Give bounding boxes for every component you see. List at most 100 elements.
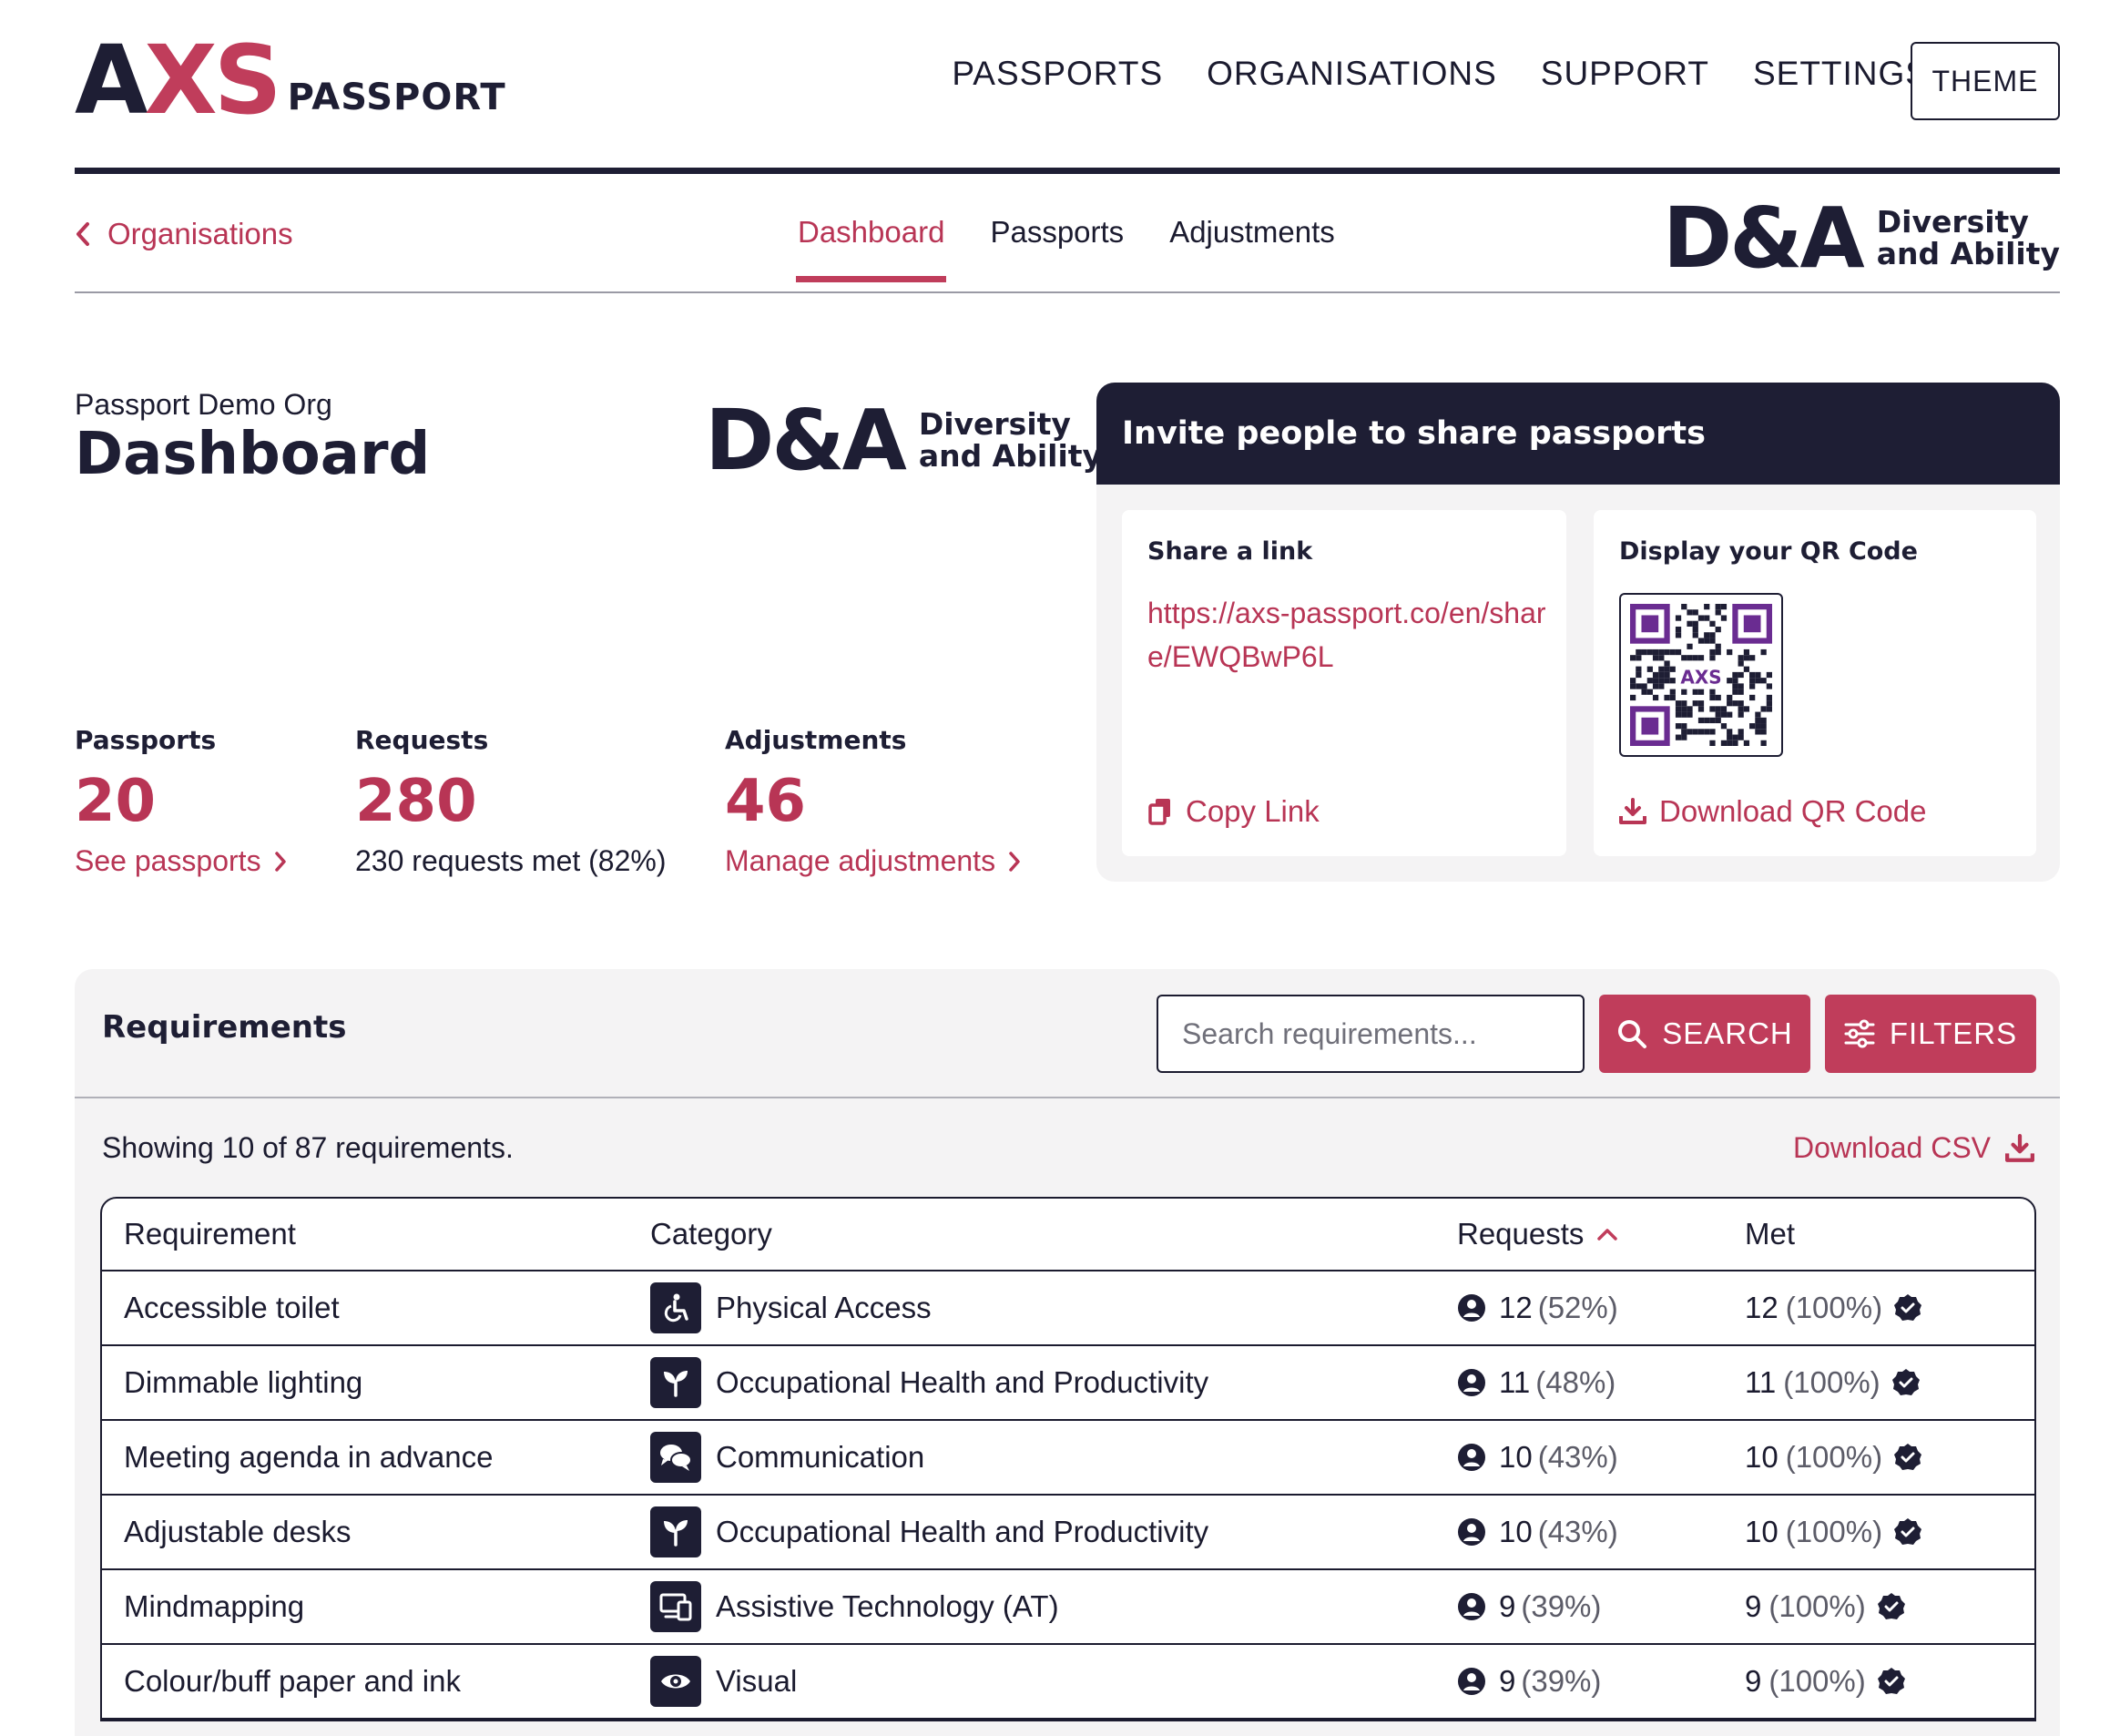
category-name: Occupational Health and Productivity (716, 1365, 1209, 1399)
stat-passports: Passports 20 See passports (75, 725, 287, 878)
met-percent: (100%) (1783, 1365, 1880, 1399)
table-row[interactable]: Accessible toilet Physical Access 12 (52%) 1… (102, 1271, 2034, 1346)
met-cell: 10 (100%) (1745, 1515, 2034, 1549)
seedling-icon (650, 1506, 701, 1557)
column-header-met[interactable]: Met (1745, 1217, 2034, 1251)
stat-label: Requests (355, 725, 489, 755)
logo-mark: AXS (75, 25, 282, 136)
met-cell: 9 (100%) (1745, 1589, 2034, 1624)
top-nav: PASSPORTS ORGANISATIONS SUPPORT SETTINGS (952, 55, 1929, 93)
requests-percent: (48%) (1535, 1365, 1616, 1399)
subnav-divider (75, 291, 2060, 293)
results-count: Showing 10 of 87 requirements. (102, 1131, 514, 1164)
table-row[interactable]: Colour/buff paper and ink Visual 9 (39%) 9 (1… (102, 1645, 2034, 1720)
met-percent: (100%) (1785, 1291, 1883, 1324)
column-header-requests[interactable]: Requests (1457, 1217, 1745, 1251)
table-body: Accessible toilet Physical Access 12 (52%) 1… (102, 1271, 2034, 1720)
download-icon (2005, 1133, 2034, 1162)
copy-link-button[interactable]: Copy Link (1147, 794, 1320, 829)
table-row[interactable]: Dimmable lighting Occupational Health and… (102, 1346, 2034, 1421)
filters-button[interactable]: FILTERS (1825, 995, 2036, 1073)
requests-count: 12 (1499, 1291, 1533, 1324)
user-icon (1458, 1444, 1485, 1471)
axs-passport-logo[interactable]: AXS PASSPORT (75, 25, 506, 136)
stat-label: Adjustments (725, 725, 907, 755)
table-row[interactable]: Meeting agenda in advance Communication 10… (102, 1421, 2034, 1496)
verified-check-icon (1891, 1369, 1920, 1395)
qr-code-heading: Display your QR Code (1619, 537, 1918, 566)
column-header-category[interactable]: Category (650, 1217, 1457, 1251)
qr-code-card: Display your QR Code AXS Download QR Cod… (1594, 510, 2036, 856)
met-count: 12 (1745, 1291, 1779, 1324)
stat-adjustments: Adjustments 46 Manage adjustments (725, 725, 1021, 878)
nav-support[interactable]: SUPPORT (1541, 55, 1709, 93)
requests-count: 10 (1499, 1440, 1533, 1474)
requests-percent: (43%) (1537, 1515, 1618, 1548)
met-cell: 11 (100%) (1745, 1365, 2034, 1400)
copy-link-label: Copy Link (1186, 794, 1320, 828)
requests-count: 11 (1499, 1365, 1531, 1399)
met-percent: (100%) (1785, 1515, 1883, 1548)
met-count: 10 (1745, 1515, 1779, 1548)
requirements-table: Requirement Category Requests Met Access… (100, 1197, 2036, 1721)
app-root: AXS PASSPORT PASSPORTS ORGANISATIONS SUP… (0, 0, 2120, 1736)
requirements-panel: Requirements SEARCH FILTERS Showing 10 o… (75, 969, 2060, 1736)
requirement-name: Colour/buff paper and ink (124, 1664, 461, 1698)
seedling-icon (650, 1357, 701, 1408)
download-qr-button[interactable]: Download QR Code (1619, 794, 1927, 829)
qr-code-image: AXS (1619, 593, 1783, 757)
table-header-row: Requirement Category Requests Met (102, 1199, 2034, 1271)
user-icon (1458, 1369, 1485, 1396)
back-link-label: Organisations (107, 217, 293, 250)
category-name: Visual (716, 1664, 798, 1698)
requirements-divider (75, 1097, 2060, 1098)
download-csv-link[interactable]: Download CSV (1793, 1131, 2034, 1165)
met-cell: 12 (100%) (1745, 1291, 2034, 1325)
back-to-organisations-link[interactable]: Organisations (75, 217, 293, 251)
manage-adjustments-link[interactable]: Manage adjustments (725, 844, 1021, 878)
chevron-left-icon (76, 222, 89, 246)
requirements-title: Requirements (102, 1009, 347, 1046)
requests-percent: (39%) (1521, 1589, 1602, 1623)
category-cell: Occupational Health and Productivity (650, 1357, 1457, 1408)
requests-cell: 10 (43%) (1457, 1515, 1745, 1549)
table-row[interactable]: Mindmapping Assistive Technology (AT) 9 (39… (102, 1570, 2034, 1645)
link-label: See passports (75, 844, 261, 877)
share-link-card: Share a link https://axs-passport.co/en/… (1122, 510, 1566, 856)
filters-button-label: FILTERS (1889, 1016, 2018, 1050)
org-logo-header: D&A Diversity and Ability (1663, 189, 2060, 287)
column-header-label: Requests (1457, 1217, 1585, 1251)
search-button[interactable]: SEARCH (1599, 995, 1810, 1073)
download-qr-label: Download QR Code (1659, 794, 1927, 828)
sort-ascending-icon (1597, 1229, 1618, 1241)
met-count: 9 (1745, 1589, 1762, 1623)
download-icon (1619, 798, 1646, 824)
column-header-requirement[interactable]: Requirement (102, 1217, 650, 1251)
user-icon (1458, 1668, 1485, 1695)
tab-dashboard[interactable]: Dashboard (795, 215, 947, 282)
org-logo-mark: D&A (705, 392, 907, 489)
category-cell: Communication (650, 1432, 1457, 1483)
requirement-name: Meeting agenda in advance (124, 1440, 494, 1474)
category-cell: Occupational Health and Productivity (650, 1506, 1457, 1557)
requirement-name: Accessible toilet (124, 1291, 340, 1324)
met-percent: (100%) (1785, 1440, 1883, 1474)
table-row[interactable]: Adjustable desks Occupational Health and … (102, 1496, 2034, 1570)
requests-cell: 12 (52%) (1457, 1291, 1745, 1325)
see-passports-link[interactable]: See passports (75, 844, 287, 878)
share-url[interactable]: https://axs-passport.co/en/share/EWQBwP6… (1147, 591, 1548, 679)
nav-organisations[interactable]: ORGANISATIONS (1207, 55, 1497, 93)
requests-count: 9 (1499, 1589, 1516, 1623)
theme-button[interactable]: THEME (1911, 42, 2060, 120)
download-csv-label: Download CSV (1793, 1131, 1991, 1164)
met-cell: 10 (100%) (1745, 1440, 2034, 1475)
sliders-icon (1844, 1019, 1875, 1048)
category-name: Occupational Health and Productivity (716, 1515, 1209, 1548)
met-percent: (100%) (1768, 1664, 1866, 1698)
devices-icon (650, 1581, 701, 1632)
search-requirements-input[interactable] (1157, 995, 1585, 1073)
nav-passports[interactable]: PASSPORTS (952, 55, 1163, 93)
tab-passports[interactable]: Passports (990, 215, 1124, 282)
nav-settings[interactable]: SETTINGS (1753, 55, 1929, 93)
tab-adjustments[interactable]: Adjustments (1169, 215, 1335, 282)
